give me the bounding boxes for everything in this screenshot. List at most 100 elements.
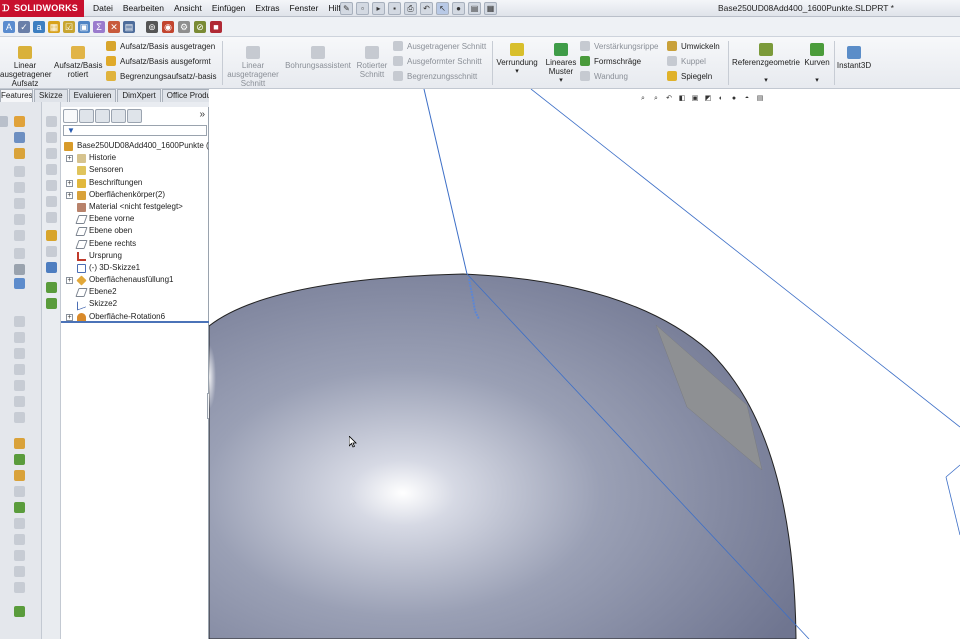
- swept-boss-button[interactable]: Aufsatz/Basis ausgetragen: [106, 41, 215, 53]
- rib-button[interactable]: Verstärkungsrippe: [580, 41, 658, 53]
- view-orientation-icon[interactable]: ▣: [690, 94, 700, 104]
- dome-surface[interactable]: [209, 273, 797, 639]
- tree-item-material[interactable]: Material <nicht festgelegt>: [61, 201, 209, 213]
- surface-tool-icon[interactable]: [14, 486, 25, 497]
- surface-tool-icon[interactable]: [14, 582, 25, 593]
- revolved-boss-button[interactable]: Aufsatz/Basis rotiert: [54, 46, 102, 79]
- property-manager-tab[interactable]: [79, 109, 94, 123]
- expand-icon[interactable]: +: [66, 179, 73, 187]
- tree-filter-input[interactable]: ▼: [63, 125, 207, 136]
- tree-item-oberflaechenausfuellung1[interactable]: + Oberflächenausfüllung1: [61, 274, 209, 286]
- rollback-bar[interactable]: [61, 321, 209, 323]
- smart-dim-icon[interactable]: [14, 116, 25, 127]
- surface-tool-icon[interactable]: [14, 470, 25, 481]
- expand-icon[interactable]: +: [66, 313, 73, 321]
- view-tool-icon[interactable]: [46, 180, 57, 191]
- tree-item-oberflaechenkoerper[interactable]: + Oberflächenkörper(2): [61, 189, 209, 201]
- tab-skizze[interactable]: Skizze: [34, 89, 68, 102]
- check-icon[interactable]: ✓: [18, 21, 30, 33]
- tab-features[interactable]: Features: [0, 89, 33, 102]
- draft-button[interactable]: Formschräge: [580, 56, 641, 68]
- extruded-cut-button[interactable]: Linear ausgetragener Schnitt: [226, 46, 280, 88]
- surface-tool-icon[interactable]: [14, 606, 25, 617]
- linear-boss-button[interactable]: Linear ausgetragener Aufsatz: [0, 46, 52, 88]
- arc-tool-icon[interactable]: [14, 182, 25, 193]
- feature-tree-tab[interactable]: [63, 109, 78, 123]
- select-cursor-icon[interactable]: ↖: [436, 2, 449, 15]
- reference-geometry-button[interactable]: Referenzgeometrie ▾: [731, 43, 801, 85]
- curves-dropdown-icon[interactable]: ▾: [802, 76, 832, 85]
- view-tool-icon[interactable]: [46, 148, 57, 159]
- fillet-button[interactable]: Verrundung ▾: [496, 43, 538, 76]
- tree-item-historie[interactable]: + Historie: [61, 152, 209, 164]
- solidworks-logo[interactable]: ᗪ SOLIDWORKS: [0, 0, 84, 17]
- surface-tool-icon[interactable]: [14, 518, 25, 529]
- section-view-icon[interactable]: ◧: [677, 94, 687, 104]
- expand-icon[interactable]: +: [66, 155, 73, 163]
- expand-panel-icon[interactable]: »: [199, 109, 205, 121]
- feature-tool-icon[interactable]: [14, 316, 25, 327]
- menu-extras[interactable]: Extras: [250, 0, 284, 17]
- tab-evaluieren[interactable]: Evaluieren: [68, 89, 117, 102]
- annotation-icon[interactable]: a: [33, 21, 45, 33]
- feature-tool-icon[interactable]: [14, 332, 25, 343]
- zoom-area-icon[interactable]: ⌕: [651, 94, 661, 104]
- tree-item-ursprung[interactable]: Ursprung: [61, 250, 209, 262]
- offset-tool-icon[interactable]: [14, 248, 25, 259]
- tree-item-ebene-rechts[interactable]: Ebene rechts: [61, 238, 209, 250]
- plane-edge-line[interactable]: [423, 89, 468, 275]
- plane-edge-line[interactable]: [945, 476, 960, 536]
- stop-icon[interactable]: ■: [210, 21, 222, 33]
- view-tool-icon[interactable]: [46, 246, 57, 257]
- traffic-icon[interactable]: ◉: [162, 21, 174, 33]
- dimxpert-manager-tab[interactable]: [111, 109, 126, 123]
- edit-appearance-icon[interactable]: ●: [729, 94, 739, 104]
- view-tool-icon[interactable]: [46, 230, 57, 241]
- save-icon[interactable]: ▪: [388, 2, 401, 15]
- surface-tool-icon[interactable]: [14, 502, 25, 513]
- spline-tool-icon[interactable]: [14, 198, 25, 209]
- grid-icon[interactable]: ▣: [78, 21, 90, 33]
- pin-icon[interactable]: ✎: [340, 2, 353, 15]
- apply-scene-icon[interactable]: ◓: [742, 94, 752, 104]
- menu-ansicht[interactable]: Ansicht: [169, 0, 207, 17]
- tree-item-ebene-vorne[interactable]: Ebene vorne: [61, 213, 209, 225]
- relations-icon[interactable]: [14, 264, 25, 275]
- expand-icon[interactable]: +: [66, 191, 73, 199]
- surface-tool-icon[interactable]: [14, 550, 25, 561]
- surface-tool-icon[interactable]: [14, 566, 25, 577]
- line-tool-icon[interactable]: [14, 132, 25, 143]
- linear-pattern-dropdown-icon[interactable]: ▾: [542, 76, 580, 85]
- view-tool-icon[interactable]: [46, 262, 57, 273]
- menu-einfuegen[interactable]: Einfügen: [207, 0, 251, 17]
- tab-dimxpert[interactable]: DimXpert: [117, 89, 161, 102]
- menu-fenster[interactable]: Fenster: [285, 0, 324, 17]
- hole-wizard-button[interactable]: Bohrungsassistent: [283, 46, 353, 70]
- plane-edge-line[interactable]: [945, 464, 960, 478]
- mirror-button[interactable]: Spiegeln: [667, 71, 712, 83]
- wrench-icon[interactable]: ✕: [108, 21, 120, 33]
- tree-item-ebene-oben[interactable]: Ebene oben: [61, 225, 209, 237]
- new-document-icon[interactable]: ▫: [356, 2, 369, 15]
- repair-sketch-icon[interactable]: [14, 278, 25, 289]
- view-tool-icon[interactable]: [46, 164, 57, 175]
- feature-tool-icon[interactable]: [14, 380, 25, 391]
- mirror-entities-icon[interactable]: [14, 230, 25, 241]
- tree-item-beschriftungen[interactable]: + Beschriftungen: [61, 177, 209, 189]
- trim-tool-icon[interactable]: [14, 214, 25, 225]
- fillet-dropdown-icon[interactable]: ▾: [496, 67, 538, 76]
- zoom-to-fit-icon[interactable]: ⌕: [638, 94, 648, 104]
- surface-tool-icon[interactable]: [14, 534, 25, 545]
- boundary-boss-button[interactable]: Begrenzungsaufsatz/-basis: [106, 71, 217, 83]
- table-icon[interactable]: ▦: [48, 21, 60, 33]
- previous-view-icon[interactable]: ↶: [664, 94, 674, 104]
- sum-icon[interactable]: Σ: [93, 21, 105, 33]
- view-tool-icon[interactable]: [46, 116, 57, 127]
- wrap-button[interactable]: Umwickeln: [667, 41, 720, 53]
- display-style-icon[interactable]: ◩: [703, 94, 713, 104]
- tree-item-ebene2[interactable]: Ebene2: [61, 286, 209, 298]
- undo-icon[interactable]: ↶: [420, 2, 433, 15]
- graphics-area[interactable]: [209, 89, 960, 639]
- feature-tool-icon[interactable]: [14, 364, 25, 375]
- linear-pattern-button[interactable]: Lineares Muster ▾: [542, 43, 580, 85]
